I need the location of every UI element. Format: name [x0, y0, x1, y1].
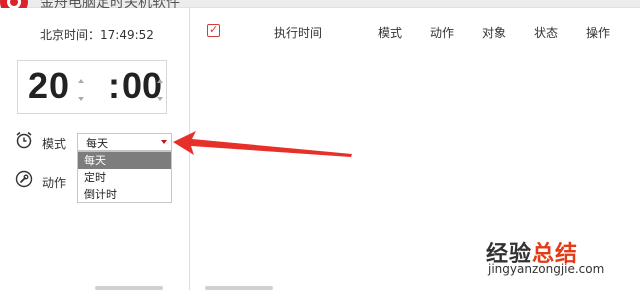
minute-up-arrow-icon[interactable] — [157, 79, 163, 83]
hour-down-arrow-icon[interactable] — [78, 97, 84, 101]
minute-down-arrow-icon[interactable] — [157, 97, 163, 101]
time-separator: : — [108, 65, 120, 106]
mode-selected-value: 每天 — [86, 137, 108, 150]
column-header-mode: 模式 — [378, 26, 403, 40]
hour-spinner[interactable] — [76, 71, 86, 111]
hour-up-arrow-icon[interactable] — [78, 79, 84, 83]
mode-option-daily[interactable]: 每天 — [78, 152, 171, 169]
column-header-target: 对象 — [482, 26, 507, 40]
minute-spinner[interactable] — [155, 71, 165, 111]
watermark-url: jingyanzongjie.com — [488, 262, 605, 276]
time-input[interactable]: 20 : 00 — [17, 60, 167, 114]
select-all-checkbox[interactable]: ✓ — [207, 23, 220, 37]
mode-select[interactable]: 每天 — [77, 133, 172, 151]
column-header-exec-time: 执行时间 — [274, 26, 323, 40]
hour-field[interactable]: 20 — [28, 65, 70, 107]
mode-option-scheduled[interactable]: 定时 — [78, 169, 171, 186]
action-label: 动作 — [42, 176, 67, 190]
alarm-clock-icon — [16, 131, 32, 149]
wrench-icon — [15, 170, 33, 188]
bottom-button-left[interactable] — [95, 286, 163, 290]
task-table-header: ✓ 执行时间 模式 动作 对象 状态 操作 — [190, 8, 640, 48]
mode-label: 模式 — [42, 137, 67, 151]
column-header-operation: 操作 — [586, 26, 611, 40]
current-time-label: 北京时间：17:49:52 — [40, 28, 154, 42]
watermark: 经验总结 jingyanzongjie.com — [450, 236, 635, 288]
column-header-action: 动作 — [430, 26, 455, 40]
checkmark-icon: ✓ — [209, 23, 219, 36]
chevron-down-icon[interactable] — [161, 140, 167, 144]
bottom-button-right[interactable] — [205, 286, 273, 290]
annotation-arrow-icon — [173, 131, 352, 157]
column-header-status: 状态 — [534, 26, 559, 40]
mode-dropdown-list: 每天 定时 倒计时 — [77, 151, 172, 203]
mode-option-countdown[interactable]: 倒计时 — [78, 186, 171, 203]
